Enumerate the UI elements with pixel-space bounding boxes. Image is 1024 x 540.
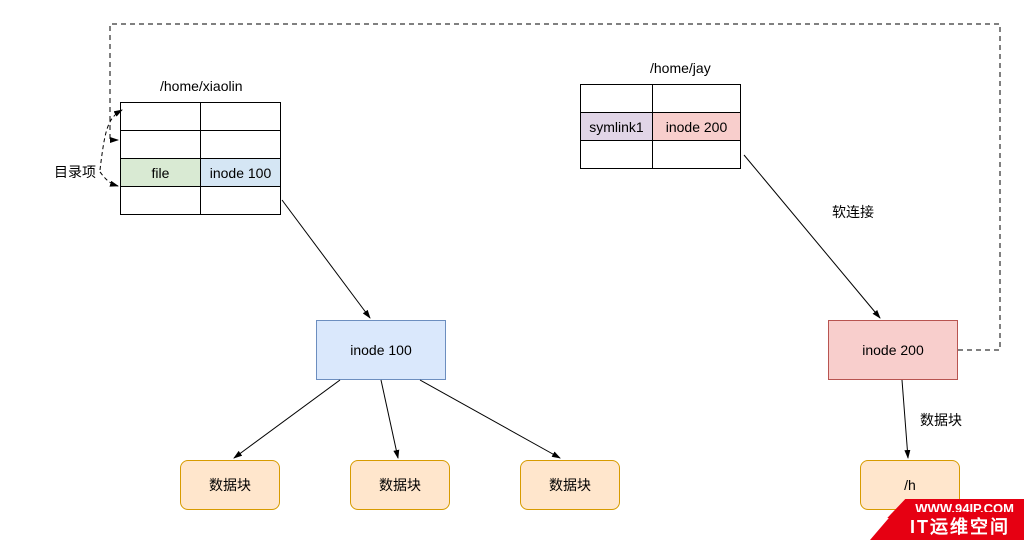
right-dir-table: symlink1 inode 200 — [580, 84, 741, 169]
table-row: symlink1 inode 200 — [581, 113, 741, 141]
table-row: file inode 100 — [121, 159, 281, 187]
right-dir-title: /home/jay — [650, 60, 711, 76]
data-block: 数据块 — [520, 460, 620, 510]
softlink-label: 软连接 — [832, 202, 874, 222]
table-row — [121, 187, 281, 215]
data-block: 数据块 — [180, 460, 280, 510]
dir-entry-label: 目录项 — [54, 162, 96, 182]
file-name-cell: file — [121, 159, 201, 187]
connectors — [0, 0, 1024, 540]
table-row — [581, 141, 741, 169]
table-row — [121, 131, 281, 159]
symlink-name-cell: symlink1 — [581, 113, 653, 141]
symlink-inode-cell: inode 200 — [653, 113, 741, 141]
inode-200-box: inode 200 — [828, 320, 958, 380]
table-row — [121, 103, 281, 131]
inode-100-box: inode 100 — [316, 320, 446, 380]
file-inode-cell: inode 100 — [201, 159, 281, 187]
data-block: 数据块 — [350, 460, 450, 510]
watermark-brand: IT运维空间 — [870, 512, 1024, 540]
watermark: WWW.94IP.COM IT运维空间 — [784, 480, 1024, 540]
left-dir-title: /home/xiaolin — [160, 78, 243, 94]
table-row — [581, 85, 741, 113]
right-datablock-label: 数据块 — [920, 410, 962, 430]
left-dir-table: file inode 100 — [120, 102, 281, 215]
